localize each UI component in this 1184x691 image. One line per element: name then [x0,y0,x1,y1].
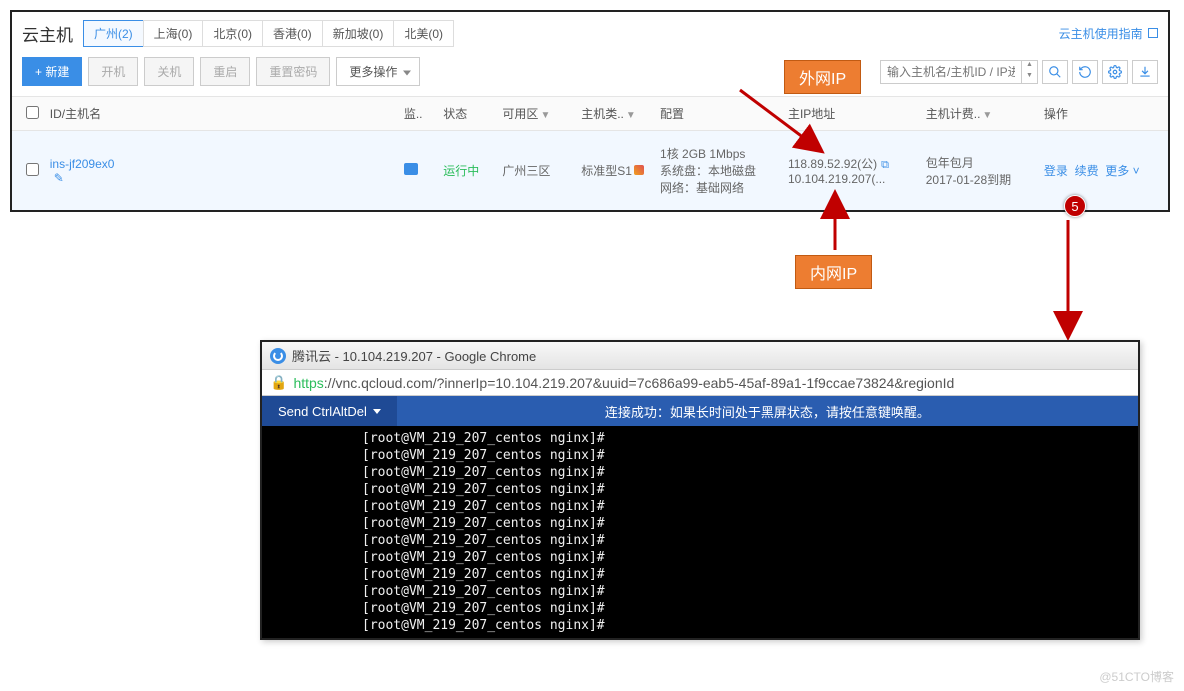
zone-value: 广州三区 [498,162,577,179]
chevron-down-icon [403,70,411,75]
cloud-host-panel: 云主机 广州(2) 上海(0) 北京(0) 香港(0) 新加坡(0) 北美(0)… [10,10,1170,212]
reboot-button[interactable]: 重启 [200,57,250,86]
page-title: 云主机 [22,21,73,46]
settings-icon[interactable] [1102,60,1128,84]
table-header: ID/主机名 监.. 状态 可用区▼ 主机类..▼ 配置 主IP地址 主机计费.… [12,96,1168,131]
renew-action[interactable]: 续费 [1075,164,1099,178]
vnc-toolbar: Send CtrlAltDel 连接成功：如果长时间处于黑屏状态，请按任意键唤醒… [262,396,1138,426]
region-tab-na[interactable]: 北美(0) [393,20,454,47]
terminal-output[interactable]: [root@VM_219_207_centos nginx]# [root@VM… [262,426,1138,638]
config-value: 1核 2GB 1Mbps 系统盘：本地磁盘 网络：基础网络 [656,145,784,196]
step-badge-5: 5 [1064,195,1086,217]
instance-id-link[interactable]: ins-jf209ex0 [50,157,115,171]
arrow-step5 [1058,215,1078,345]
region-tab-singapore[interactable]: 新加坡(0) [322,20,395,47]
search-box: ▲▼ [880,60,1038,84]
region-tab-shanghai[interactable]: 上海(0) [143,20,204,47]
more-actions-dropdown[interactable]: 更多操作 [336,57,420,86]
billing-value: 包年包月 2017-01-28到期 [922,154,1040,188]
region-tab-hongkong[interactable]: 香港(0) [262,20,323,47]
col-type: 主机类..▼ [577,105,656,122]
select-all-checkbox[interactable] [26,106,39,119]
chevron-down-icon [373,409,381,414]
vnc-browser-window: 腾讯云 - 10.104.219.207 - Google Chrome 🔒 h… [260,340,1140,640]
col-zone: 可用区▼ [498,105,577,122]
ip-value: 118.89.52.92(公)⧉ 10.104.219.207(... [784,155,922,186]
col-monitor: 监.. [400,105,439,122]
filter-icon[interactable]: ▼ [982,110,992,121]
external-link-icon [1148,28,1158,38]
filter-icon[interactable]: ▼ [626,110,636,121]
more-action[interactable]: 更多 ˅ [1105,164,1139,178]
search-icon[interactable] [1042,60,1068,84]
lock-icon: 🔒 [270,374,287,391]
edit-icon[interactable]: ✎ [54,171,64,185]
filter-icon[interactable]: ▼ [540,110,550,121]
callout-wan-ip: 外网IP [784,60,861,94]
browser-window-title: 腾讯云 - 10.104.219.207 - Google Chrome [292,346,536,365]
col-ip: 主IP地址 [784,105,922,122]
search-input[interactable] [881,61,1021,83]
col-config: 配置 [656,105,784,122]
send-ctrlaltdel-button[interactable]: Send CtrlAltDel [262,396,397,426]
start-button[interactable]: 开机 [88,57,138,86]
region-tab-guangzhou[interactable]: 广州(2) [83,20,144,47]
region-tab-beijing[interactable]: 北京(0) [202,20,263,47]
stop-button[interactable]: 关机 [144,57,194,86]
refresh-icon[interactable] [1072,60,1098,84]
status-running: 运行中 [439,162,498,179]
browser-titlebar: 腾讯云 - 10.104.219.207 - Google Chrome [262,342,1138,370]
usage-guide-link[interactable]: 云主机使用指南 [1059,25,1158,42]
callout-lan-ip: 内网IP [795,255,872,289]
browser-favicon [270,348,286,364]
type-value: 标准型S1 [577,162,656,179]
col-id: ID/主机名 [46,105,400,122]
monitor-icon[interactable] [404,163,418,175]
col-billing: 主机计费..▼ [922,105,1040,122]
vnc-status-message: 连接成功：如果长时间处于黑屏状态，请按任意键唤醒。 [397,402,1138,421]
reset-password-button[interactable]: 重置密码 [256,57,330,86]
copy-icon[interactable]: ⧉ [881,159,889,171]
search-stepper[interactable]: ▲▼ [1021,61,1037,83]
row-checkbox[interactable] [26,163,39,176]
browser-url-bar[interactable]: 🔒 https://vnc.qcloud.com/?innerIp=10.104… [262,370,1138,396]
login-action[interactable]: 登录 [1044,164,1068,178]
col-status: 状态 [439,105,498,122]
download-icon[interactable] [1132,60,1158,84]
table-row: ins-jf209ex0 ✎ 运行中 广州三区 标准型S1 1核 2GB 1Mb… [12,131,1168,210]
type-badge-icon [634,165,644,175]
create-button[interactable]: + 新建 [22,57,82,86]
region-tabs: 广州(2) 上海(0) 北京(0) 香港(0) 新加坡(0) 北美(0) [83,20,453,47]
watermark: @51CTO博客 [1099,668,1174,685]
col-ops: 操作 [1040,105,1158,122]
